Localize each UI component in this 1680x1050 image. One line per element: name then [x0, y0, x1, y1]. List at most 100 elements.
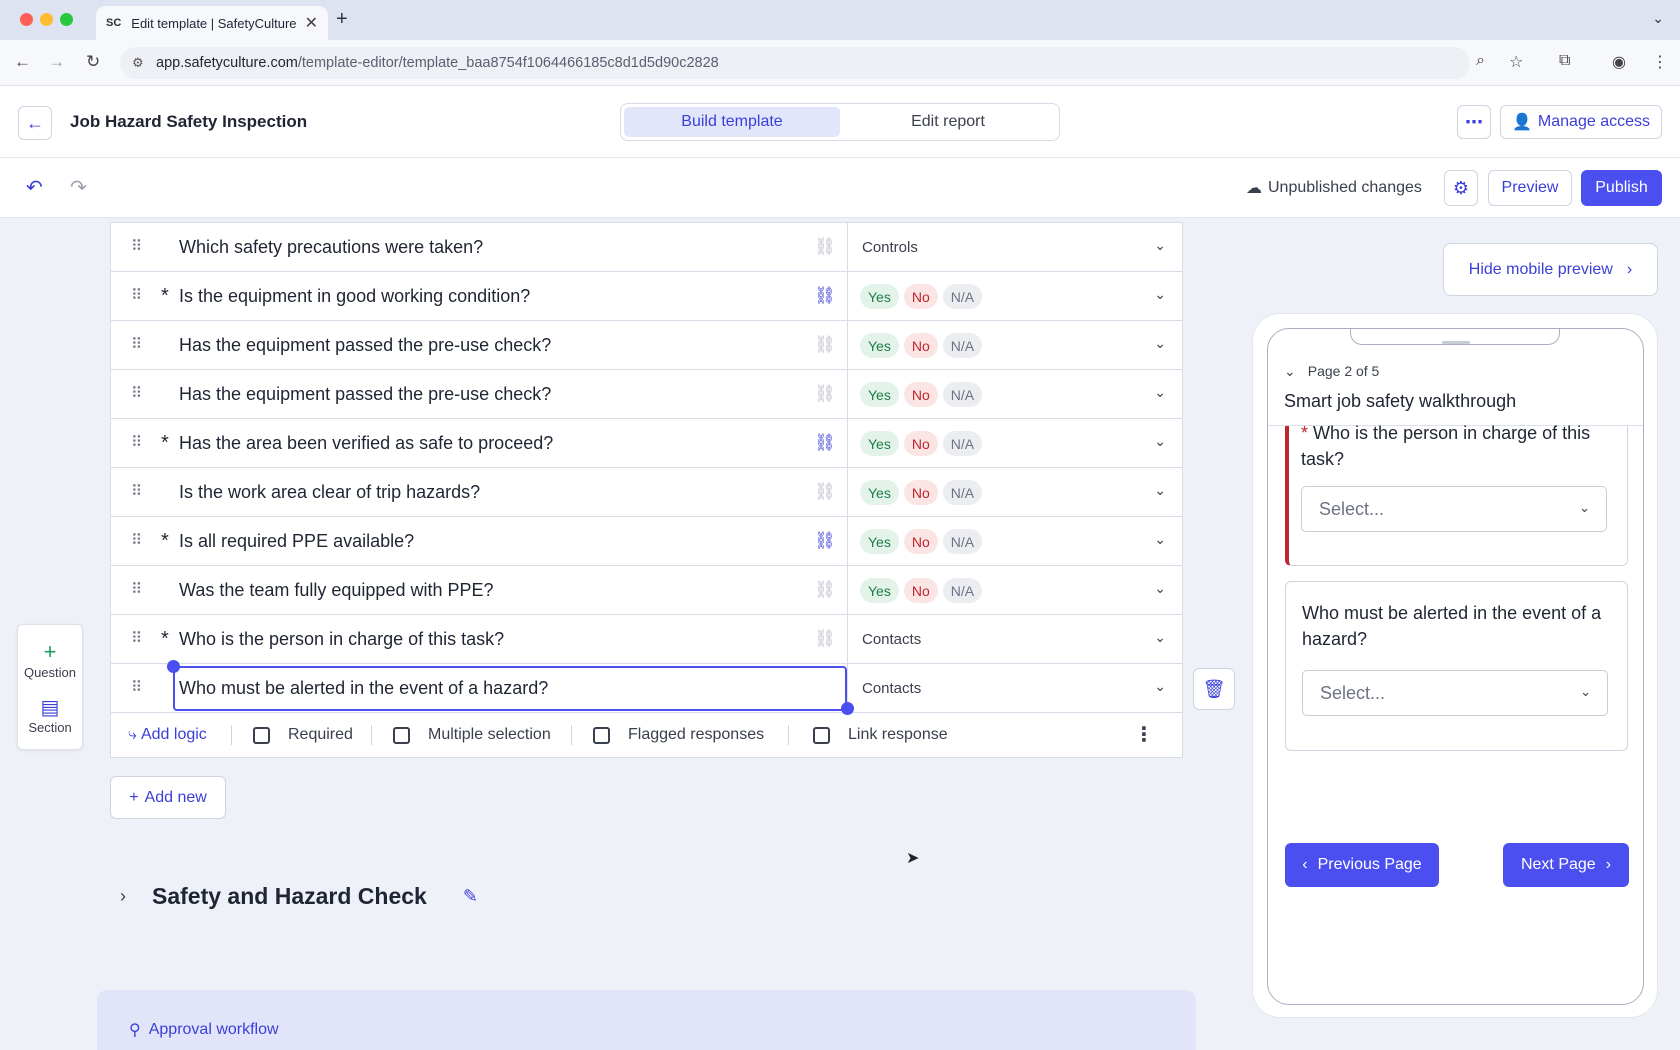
url-field[interactable]: ⚙ app.safetyculture.com/template-editor/… [120, 47, 1470, 79]
question-edit-input[interactable] [173, 666, 847, 711]
question-row[interactable]: ⠿ * Is the equipment in good working condi… [111, 272, 1182, 321]
question-text[interactable]: Is the work area clear of trip hazards? [179, 482, 480, 503]
forward-arrow-icon[interactable]: → [48, 52, 65, 72]
link-icon[interactable]: ⛓ [814, 335, 836, 355]
back-arrow-icon[interactable]: ← [14, 52, 31, 72]
checkbox[interactable] [253, 726, 270, 744]
undo-icon[interactable]: ↶ [26, 175, 43, 200]
response-type-cell[interactable]: Yes No N/A ⌄ [848, 272, 1182, 320]
chevron-down-icon[interactable]: ⌄ [1154, 286, 1166, 303]
chevron-down-icon[interactable]: ⌄ [1154, 629, 1166, 646]
reload-icon[interactable]: ↻ [86, 52, 100, 72]
chevron-down-icon[interactable]: ⌄ [1154, 531, 1166, 548]
manage-access-button[interactable]: 👤 Manage access [1500, 105, 1662, 139]
tab-list-chevron-icon[interactable]: ⌄ [1652, 10, 1664, 27]
link-icon[interactable]: ⛓ [814, 580, 836, 600]
mobile-select-dropdown[interactable]: Select... ⌄ [1301, 486, 1607, 532]
settings-button[interactable]: ⚙ [1444, 170, 1478, 206]
question-row[interactable]: ⠿ * Who is the person in charge of this ta… [111, 615, 1182, 664]
tab-edit-report[interactable]: Edit report [840, 107, 1056, 137]
question-row[interactable]: ⠿ Is the work area clear of trip hazards?… [111, 468, 1182, 517]
mobile-select-dropdown[interactable]: Select... ⌄ [1302, 670, 1608, 716]
extensions-icon[interactable]: ⧉ [1559, 52, 1570, 70]
more-options-button[interactable]: ⋯ [1457, 105, 1491, 139]
link-icon[interactable]: ⛓ [814, 629, 836, 649]
chevron-right-icon[interactable]: › [120, 886, 126, 907]
chevron-down-icon[interactable]: ⌄ [1154, 237, 1166, 254]
response-type-cell[interactable]: Yes No N/A ⌄ [848, 566, 1182, 614]
response-type-cell[interactable]: Yes No N/A ⌄ [848, 321, 1182, 369]
question-text[interactable]: Who is the person in charge of this task… [179, 629, 504, 650]
question-text[interactable]: Is all required PPE available? [179, 531, 414, 552]
response-type-cell[interactable]: Contacts ⌄ [848, 664, 1182, 712]
hide-mobile-preview-button[interactable]: Hide mobile preview › [1443, 243, 1658, 296]
chevron-down-icon[interactable]: ⌄ [1154, 482, 1166, 499]
question-row[interactable]: ⠿ Has the equipment passed the pre-use ch… [111, 321, 1182, 370]
add-new-button[interactable]: + Add new [110, 776, 226, 819]
site-settings-icon[interactable]: ⚙ [132, 55, 144, 71]
link-response-checkbox[interactable]: Link response [813, 726, 948, 744]
link-icon[interactable]: ⛓ [814, 531, 836, 551]
question-text[interactable]: Which safety precautions were taken? [179, 237, 483, 258]
response-type-cell[interactable]: Yes No N/A ⌄ [848, 370, 1182, 418]
chevron-down-icon[interactable]: ⌄ [1154, 678, 1166, 695]
drag-handle-icon[interactable]: ⠿ [131, 580, 142, 598]
question-text[interactable]: Has the area been verified as safe to pr… [179, 433, 553, 454]
drag-handle-icon[interactable]: ⠿ [131, 433, 142, 451]
question-text[interactable]: Has the equipment passed the pre-use che… [179, 384, 551, 405]
drag-handle-icon[interactable]: ⠿ [131, 384, 142, 402]
chevron-down-icon[interactable]: ⌄ [1154, 433, 1166, 450]
checkbox[interactable] [393, 726, 410, 744]
bookmark-star-icon[interactable]: ☆ [1509, 52, 1523, 72]
question-row[interactable]: ⠿ * Has the area been verified as safe to … [111, 419, 1182, 468]
next-page-button[interactable]: Next Page › [1503, 843, 1629, 887]
response-type-cell[interactable]: Yes No N/A ⌄ [848, 468, 1182, 516]
checkbox[interactable] [593, 726, 610, 744]
question-cell[interactable]: ⠿ Was the team fully equipped with PPE? ⛓ [111, 566, 848, 614]
chevron-down-icon[interactable]: ⌄ [1154, 335, 1166, 352]
publish-button[interactable]: Publish [1581, 170, 1662, 206]
required-checkbox[interactable]: Required [253, 726, 353, 744]
question-cell[interactable]: ⠿ Has the equipment passed the pre-use ch… [111, 321, 848, 369]
tab-build-template[interactable]: Build template [624, 107, 840, 137]
response-type-cell[interactable]: Yes No N/A ⌄ [848, 419, 1182, 467]
question-row[interactable]: ⠿ Who must be alerted in the event of a h… [111, 660, 1182, 715]
drag-handle-icon[interactable]: ⠿ [131, 678, 142, 696]
drag-handle-icon[interactable]: ⠿ [131, 237, 142, 255]
question-row[interactable]: ⠿ Which safety precautions were taken? ⛓ Co… [111, 223, 1182, 272]
question-row[interactable]: ⠿ Has the equipment passed the pre-use ch… [111, 370, 1182, 419]
browser-menu-icon[interactable]: ⋮ [1652, 52, 1668, 72]
drag-handle-icon[interactable]: ⠿ [131, 286, 142, 304]
question-cell[interactable]: ⠿ Has the equipment passed the pre-use ch… [111, 370, 848, 418]
link-icon[interactable]: ⛓ [814, 384, 836, 404]
browser-tab[interactable]: SC Edit template | SafetyCulture ✕ [96, 6, 328, 40]
link-icon[interactable]: ⛓ [814, 433, 836, 453]
new-tab-icon[interactable]: + [336, 8, 348, 31]
edit-pencil-icon[interactable]: ✎ [463, 886, 478, 907]
close-window-button[interactable] [20, 13, 33, 26]
more-vertical-icon[interactable]: ⋮ [1134, 722, 1154, 747]
close-tab-icon[interactable]: ✕ [305, 13, 318, 33]
previous-page-button[interactable]: ‹ Previous Page [1285, 843, 1439, 887]
add-question-button[interactable]: + Question [18, 639, 82, 680]
drag-handle-icon[interactable]: ⠿ [131, 629, 142, 647]
response-type-cell[interactable]: Contacts ⌄ [848, 615, 1182, 663]
flagged-responses-checkbox[interactable]: Flagged responses [593, 726, 764, 744]
question-text[interactable]: Has the equipment passed the pre-use che… [179, 335, 551, 356]
drag-handle-icon[interactable]: ⠿ [131, 482, 142, 500]
redo-icon[interactable]: ↷ [70, 175, 87, 200]
link-icon[interactable]: ⛓ [814, 482, 836, 502]
question-cell[interactable]: ⠿ Is the work area clear of trip hazards?… [111, 468, 848, 516]
add-logic-button[interactable]: ⤷ Add logic [128, 726, 207, 744]
checkbox[interactable] [813, 726, 830, 744]
question-cell[interactable]: ⠿ * Is all required PPE available? ⛓ [111, 517, 848, 565]
page-indicator[interactable]: ⌄ Page 2 of 5 [1284, 363, 1379, 380]
question-text[interactable]: Was the team fully equipped with PPE? [179, 580, 494, 601]
chevron-down-icon[interactable]: ⌄ [1154, 384, 1166, 401]
maximize-window-button[interactable] [60, 13, 73, 26]
preview-button[interactable]: Preview [1488, 170, 1572, 206]
question-cell[interactable]: ⠿ * Is the equipment in good working condi… [111, 272, 848, 320]
question-row[interactable]: ⠿ * Is all required PPE available? ⛓ Yes No N/… [111, 517, 1182, 566]
response-type-cell[interactable]: Yes No N/A ⌄ [848, 517, 1182, 565]
back-button[interactable]: ← [18, 106, 52, 140]
